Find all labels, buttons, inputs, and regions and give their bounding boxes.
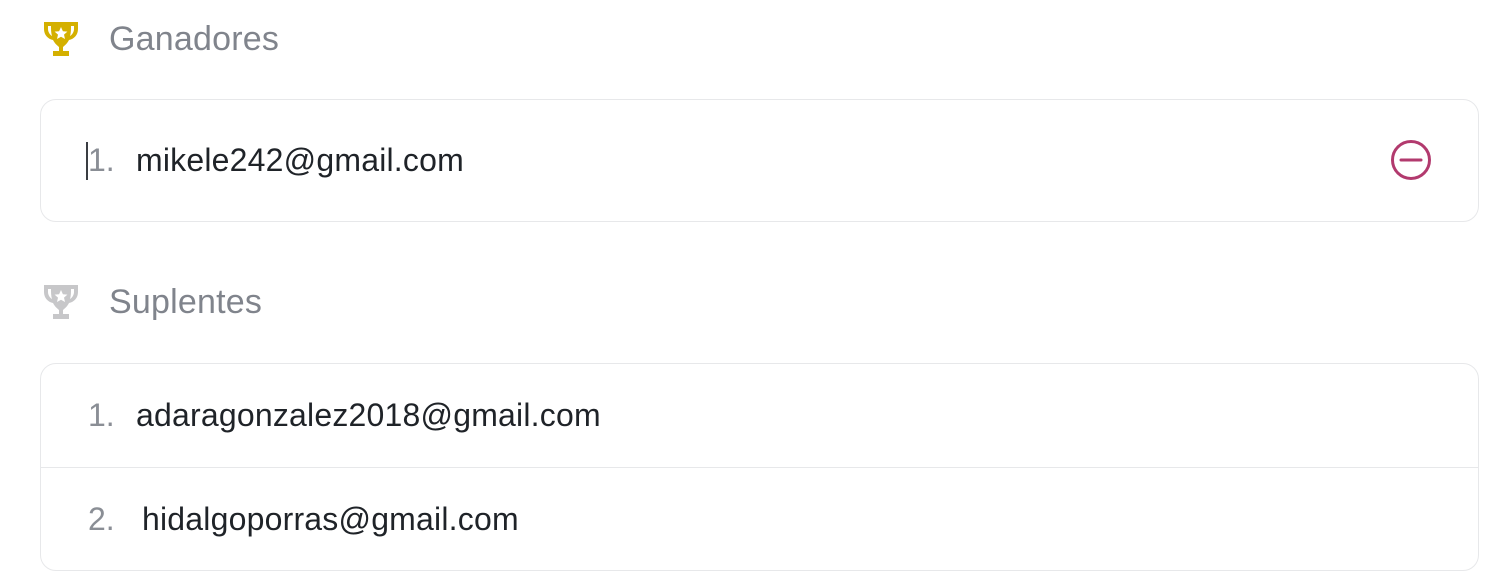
trophy-icon xyxy=(40,19,82,59)
list-item-email[interactable]: mikele242@gmail.com xyxy=(136,142,464,179)
list-item: 2. hidalgoporras@gmail.com xyxy=(41,467,1478,570)
substitutes-header: Suplentes xyxy=(40,280,262,324)
list-item: 1. adaragonzalez2018@gmail.com xyxy=(41,364,1478,467)
list-item-email[interactable]: hidalgoporras@gmail.com xyxy=(142,501,519,538)
trophy-icon xyxy=(40,282,82,322)
winners-header: Ganadores xyxy=(40,17,279,61)
winners-list: 1. mikele242@gmail.com xyxy=(40,99,1479,222)
substitutes-title: Suplentes xyxy=(109,282,263,321)
winners-title: Ganadores xyxy=(109,19,280,58)
list-item-number: 1. xyxy=(88,397,115,433)
list-item-number: 1. xyxy=(88,141,115,178)
list-item-number: 2. xyxy=(88,500,115,537)
list-item: 1. mikele242@gmail.com xyxy=(41,100,1478,220)
substitutes-list: 1. adaragonzalez2018@gmail.com 2. hidalg… xyxy=(40,363,1479,571)
list-item-email[interactable]: adaragonzalez2018@gmail.com xyxy=(136,397,601,434)
minus-circle-icon xyxy=(1391,140,1431,180)
remove-winner-button[interactable] xyxy=(1390,139,1432,181)
